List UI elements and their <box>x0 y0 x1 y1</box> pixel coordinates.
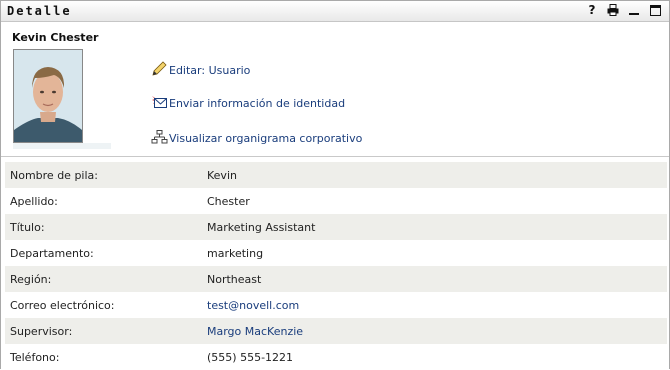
send-identity-link[interactable]: Enviar información de identidad <box>169 97 345 110</box>
field-label: Apellido: <box>10 194 58 208</box>
panel-toolbar: ? <box>586 3 661 17</box>
send-identity-action[interactable]: Enviar información de identidad <box>151 94 345 110</box>
photo-caption-bar <box>13 143 111 149</box>
profile-photo <box>13 49 83 143</box>
table-row: Nombre de pila: Kevin <box>5 162 667 188</box>
field-value: Kevin <box>207 162 667 188</box>
edit-user-link[interactable]: Editar: Usuario <box>169 64 250 77</box>
pencil-icon <box>151 61 168 77</box>
detail-panel: Detalle ? Kevin Chester Editar: Usuario … <box>0 0 670 369</box>
field-label: Región: <box>5 266 207 292</box>
org-chart-icon <box>151 129 168 145</box>
maximize-icon[interactable] <box>649 3 661 17</box>
field-label: Nombre de pila: <box>5 162 207 188</box>
envelope-icon <box>151 94 168 110</box>
field-value: Northeast <box>207 266 667 292</box>
panel-title: Detalle <box>7 4 72 18</box>
supervisor-link[interactable]: Margo MacKenzie <box>207 325 303 338</box>
edit-user-action[interactable]: Editar: Usuario <box>151 61 250 77</box>
table-row: Región: Northeast <box>5 266 667 292</box>
table-row: Supervisor: Margo MacKenzie <box>5 318 667 344</box>
table-row: Departamento: marketing <box>5 240 667 266</box>
field-label: Título: <box>5 214 207 240</box>
email-link[interactable]: test@novell.com <box>207 299 299 312</box>
table-row: Teléfono: (555) 555-1221 <box>5 344 667 370</box>
org-chart-action[interactable]: Visualizar organigrama corporativo <box>151 129 362 145</box>
person-name: Kevin Chester <box>12 31 99 44</box>
profile-header: Kevin Chester Editar: Usuario Enviar inf… <box>1 22 669 157</box>
field-label: Departamento: <box>10 246 94 260</box>
field-value: Marketing Assistant <box>207 214 667 240</box>
field-label: Teléfono: <box>10 350 60 364</box>
table-row: Correo electrónico: test@novell.com <box>5 292 667 318</box>
field-label: Supervisor: <box>5 318 207 344</box>
details-table: Nombre de pila: Kevin Apellido: Chester … <box>5 162 667 370</box>
org-chart-link[interactable]: Visualizar organigrama corporativo <box>169 132 362 145</box>
print-icon[interactable] <box>607 3 619 17</box>
help-icon[interactable]: ? <box>586 3 598 17</box>
minimize-icon[interactable] <box>628 3 640 17</box>
table-row: Título: Marketing Assistant <box>5 214 667 240</box>
panel-titlebar: Detalle ? <box>1 1 669 22</box>
field-label: Correo electrónico: <box>10 298 115 312</box>
table-row: Apellido: Chester <box>5 188 667 214</box>
field-value: marketing <box>207 246 264 260</box>
field-value: Chester <box>207 194 250 208</box>
field-value: (555) 555-1221 <box>207 350 294 364</box>
